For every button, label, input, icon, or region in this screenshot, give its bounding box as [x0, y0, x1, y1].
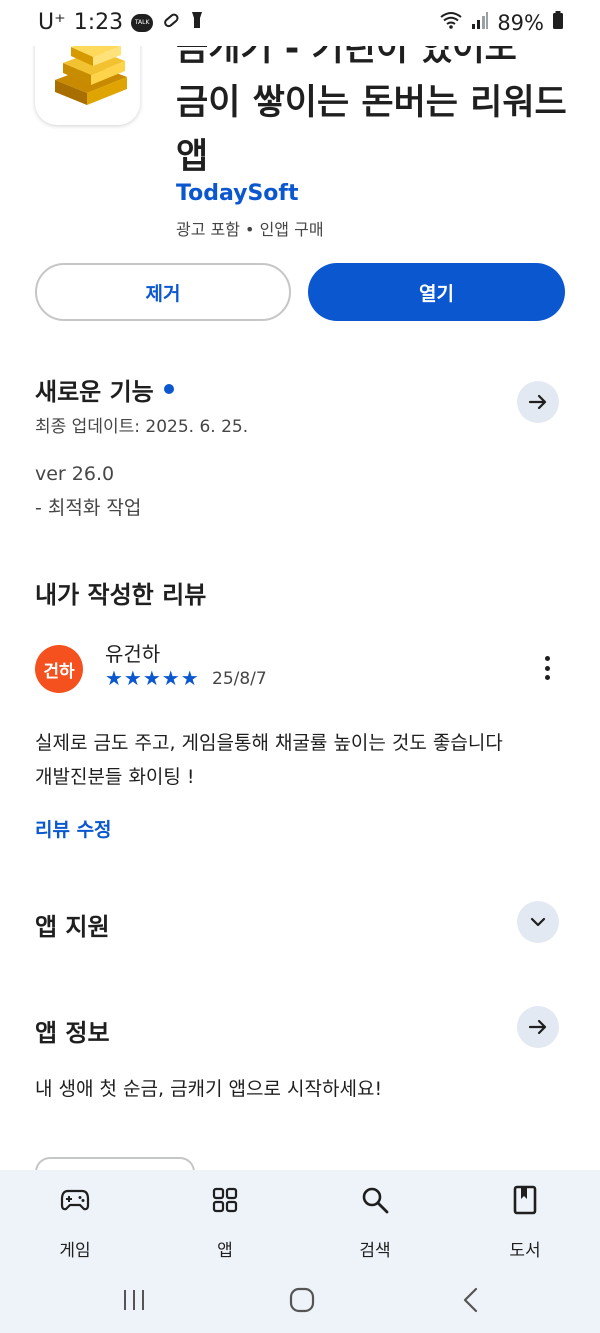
- signal-icon: [471, 10, 489, 35]
- book-icon: [509, 1184, 541, 1216]
- avatar: 건하: [35, 645, 83, 693]
- app-support-expand-button[interactable]: [517, 901, 559, 943]
- status-bar: U⁺ 1:23 TALK 89%: [0, 0, 600, 46]
- apps-grid-icon: [209, 1184, 241, 1216]
- whats-new-heading[interactable]: 새로운 기능: [35, 372, 174, 407]
- kakaotalk-icon: TALK: [131, 13, 154, 32]
- nav-item-search[interactable]: 검색: [300, 1170, 450, 1270]
- new-indicator-dot: [163, 384, 174, 394]
- app-info-description: 내 생애 첫 순금, 금캐기 앱으로 시작하세요!: [35, 1078, 383, 1100]
- nav-label-apps: 앱: [217, 1241, 233, 1261]
- system-navigation-bar: [0, 1270, 600, 1333]
- back-icon[interactable]: [451, 1284, 491, 1316]
- edit-review-link[interactable]: 리뷰 수정: [35, 815, 112, 842]
- app-title: 금캐기 - 기린이 있어도 금이 쌓이는 돈버는 리워드 앱: [176, 22, 576, 184]
- star-rating: ★★★★★: [105, 666, 200, 690]
- flashlight-icon: [189, 10, 205, 35]
- whats-new-title: 새로운 기능: [35, 378, 154, 406]
- last-updated: 최종 업데이트: 2025. 6. 25.: [35, 417, 249, 437]
- open-button[interactable]: 열기: [308, 263, 565, 321]
- app-title-line-3: 앱: [176, 137, 209, 177]
- whats-new-arrow-button[interactable]: [517, 381, 559, 423]
- review-line-1: 실제로 금도 주고, 게임을통해 채굴률 높이는 것도 좋습니다: [35, 732, 503, 754]
- nav-item-games[interactable]: 게임: [0, 1170, 150, 1270]
- nav-label-games: 게임: [59, 1241, 91, 1261]
- home-icon[interactable]: [282, 1284, 322, 1316]
- nav-item-books[interactable]: 도서: [450, 1170, 600, 1270]
- more-options-icon[interactable]: [535, 652, 559, 684]
- version-text: ver 26.0: [35, 463, 115, 485]
- wifi-icon: [439, 10, 463, 35]
- app-info-arrow-button[interactable]: [517, 1006, 559, 1048]
- gamepad-icon: [59, 1184, 91, 1216]
- nav-label-books: 도서: [509, 1241, 541, 1261]
- bottom-navigation: 게임 앱 검색 도서: [0, 1170, 600, 1270]
- reviewer-name: 유건하: [105, 642, 161, 666]
- pill-icon: [161, 10, 181, 35]
- arrow-right-icon: [528, 1019, 547, 1035]
- review-line-2: 개발진분들 화이팅 !: [35, 766, 195, 788]
- review-body: 실제로 금도 주고, 게임을통해 채굴률 높이는 것도 좋습니다 개발진분들 화…: [35, 726, 503, 794]
- battery-icon: [552, 10, 564, 35]
- my-review-heading: 내가 작성한 리뷰: [35, 581, 207, 609]
- recent-apps-icon[interactable]: [114, 1284, 154, 1316]
- review-date: 25/8/7: [212, 669, 267, 689]
- app-meta: 광고 포함 • 인앱 구매: [176, 220, 324, 239]
- chevron-down-icon: [530, 917, 546, 927]
- arrow-right-icon: [528, 394, 547, 410]
- clock: 1:23: [73, 10, 124, 35]
- status-right: 89%: [439, 10, 564, 35]
- app-info-heading[interactable]: 앱 정보: [35, 1013, 110, 1048]
- status-left: U⁺ 1:23 TALK: [38, 10, 205, 35]
- app-title-line-2: 금이 쌓이는 돈버는 리워드: [176, 83, 567, 123]
- carrier-label: U⁺: [38, 10, 66, 35]
- app-support-heading[interactable]: 앱 지원: [35, 907, 110, 942]
- remove-button[interactable]: 제거: [35, 263, 291, 321]
- battery-percent: 89%: [497, 10, 544, 35]
- update-note: - 최적화 작업: [35, 497, 142, 519]
- search-icon: [359, 1184, 391, 1216]
- nav-label-search: 검색: [359, 1241, 391, 1261]
- nav-item-apps[interactable]: 앱: [150, 1170, 300, 1270]
- developer-link[interactable]: TodaySoft: [176, 181, 299, 206]
